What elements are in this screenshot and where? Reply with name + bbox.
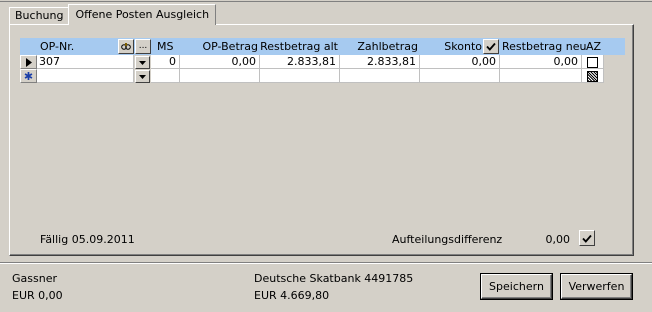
customer-balance: EUR 0,00 (12, 289, 63, 302)
bank-name: Deutsche Skatbank 4491785 (254, 272, 414, 285)
discard-button[interactable]: Verwerfen (561, 274, 632, 299)
tab-buchung[interactable]: Buchung (9, 7, 70, 25)
bank-balance: EUR 4.669,80 (254, 289, 330, 302)
customer-name: Gassner (12, 272, 57, 285)
tab-panel (9, 24, 634, 256)
tab-offene-posten-ausgleich[interactable]: Offene Posten Ausgleich (68, 4, 217, 25)
tab-strip: Buchung Offene Posten Ausgleich (9, 4, 217, 25)
window-top-edge (0, 0, 652, 2)
save-button[interactable]: Speichern (481, 274, 552, 299)
status-separator (0, 262, 652, 264)
